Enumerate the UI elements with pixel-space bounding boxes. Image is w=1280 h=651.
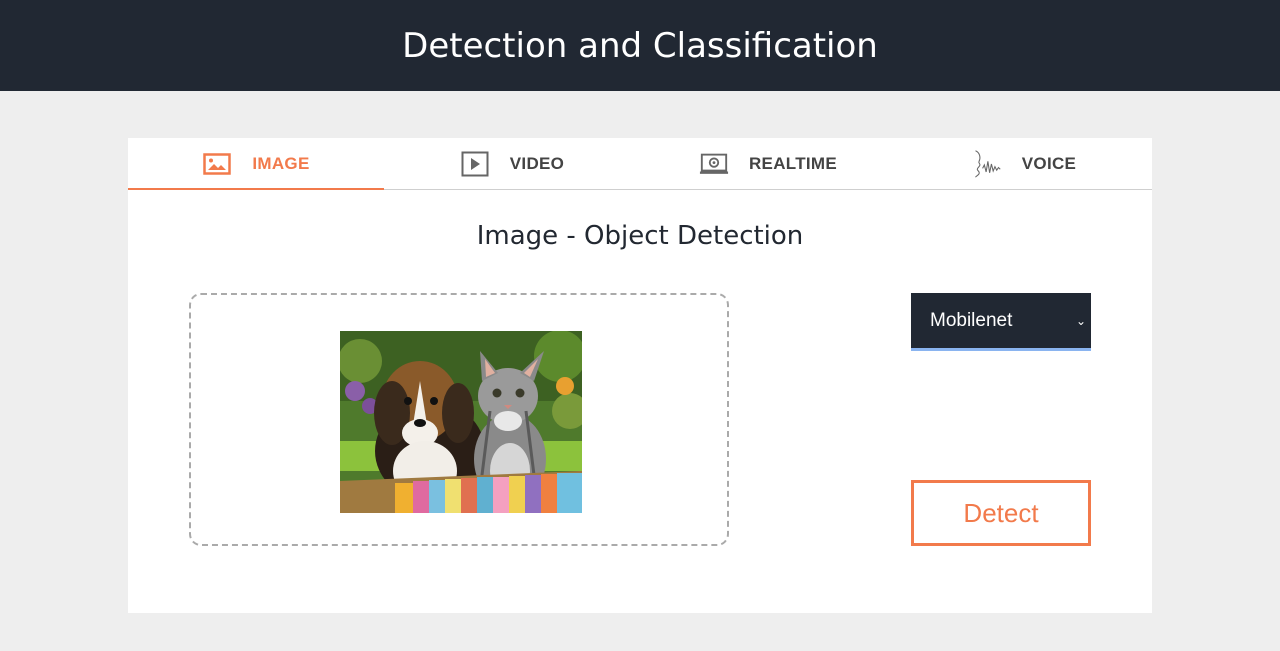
tab-video[interactable]: VIDEO [384, 138, 640, 189]
tab-voice-label: VOICE [1021, 153, 1077, 173]
model-select-value: Mobilenet [930, 309, 1013, 331]
image-icon [202, 151, 232, 177]
tab-video-label: VIDEO [509, 153, 565, 173]
main-panel: IMAGE VIDEO REALTIME VOICE Image - Objec… [128, 138, 1152, 613]
voice-wave-icon [972, 149, 1002, 177]
image-dropzone[interactable] [189, 293, 729, 546]
app-header: Detection and Classification [0, 0, 1280, 91]
detect-button[interactable]: Detect [911, 480, 1091, 546]
section-title: Image - Object Detection [476, 221, 804, 251]
page-title: Detection and Classification [402, 25, 878, 66]
play-icon [460, 151, 490, 177]
tab-image[interactable]: IMAGE [128, 138, 384, 190]
mode-tabs: IMAGE VIDEO REALTIME VOICE [128, 138, 1152, 190]
model-select[interactable]: Mobilenet ⌄ [911, 293, 1091, 351]
tab-voice[interactable]: VOICE [896, 138, 1152, 189]
uploaded-image-preview [340, 331, 582, 513]
tab-realtime-label: REALTIME [748, 153, 838, 173]
webcam-icon [699, 151, 729, 177]
tab-realtime[interactable]: REALTIME [640, 138, 896, 189]
tab-image-label: IMAGE [252, 153, 310, 173]
chevron-down-icon: ⌄ [1075, 313, 1086, 328]
